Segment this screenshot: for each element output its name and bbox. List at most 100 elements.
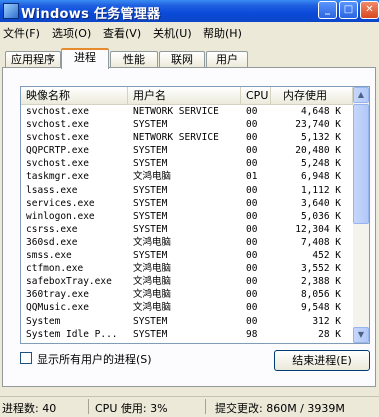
minimize-icon: _ (325, 4, 330, 15)
process-name: safeboxTray.exe (26, 276, 112, 288)
process-user: SYSTEM (133, 328, 168, 340)
process-cpu: 00 (246, 184, 258, 196)
status-bar: 进程数: 40 CPU 使用: 3% 提交更改: 860M / 3939M (0, 396, 379, 417)
process-cpu: 00 (246, 119, 258, 131)
process-name: taskmgr.exe (26, 171, 89, 183)
tab-users[interactable]: 用户 (206, 51, 248, 68)
process-name: winlogon.exe (26, 210, 95, 222)
process-user: 文鸿电脑 (133, 289, 172, 301)
process-user: SYSTEM (133, 184, 168, 196)
show-all-users-label[interactable]: 显示所有用户的进程(S) (37, 351, 152, 367)
column-mem-usage[interactable]: 内存使用 (271, 87, 353, 104)
menu-shutdown[interactable]: 关机(U) (153, 25, 192, 41)
table-row[interactable]: svchost.exe NETWORK SERVICE 00 5,132 K (21, 131, 353, 144)
column-header: 映像名称 用户名 CPU 内存使用 (21, 87, 353, 105)
process-user: 文鸿电脑 (133, 236, 172, 248)
process-mem: 28 K (318, 328, 341, 340)
process-name: 360tray.exe (26, 289, 89, 301)
process-name: smss.exe (26, 250, 72, 262)
process-cpu: 01 (246, 171, 258, 183)
process-user: SYSTEM (133, 145, 168, 157)
menu-help[interactable]: 帮助(H) (203, 25, 242, 41)
process-user: 文鸿电脑 (133, 263, 172, 275)
process-mem: 20,480 K (295, 145, 341, 157)
process-name: 360sd.exe (26, 236, 78, 248)
process-name: svchost.exe (26, 158, 89, 170)
column-user-name[interactable]: 用户名 (128, 87, 241, 104)
table-row[interactable]: safeboxTray.exe 文鸿电脑 00 2,388 K (21, 275, 353, 288)
process-name: QQPCRTP.exe (26, 145, 89, 157)
process-user: 文鸿电脑 (133, 276, 172, 288)
scroll-down-button[interactable]: ▼ (353, 327, 369, 343)
table-row[interactable]: 360sd.exe 文鸿电脑 00 7,408 K (21, 236, 353, 249)
tab-processes[interactable]: 进程 (61, 48, 109, 69)
process-mem: 6,948 K (300, 171, 341, 183)
process-name: QQMusic.exe (26, 302, 89, 314)
table-row[interactable]: System SYSTEM 00 312 K (21, 315, 353, 328)
vertical-scrollbar[interactable]: ▲ ▼ (353, 87, 369, 343)
menu-options[interactable]: 选项(O) (52, 25, 91, 41)
end-process-button[interactable]: 结束进程(E) (274, 350, 370, 371)
process-name: services.exe (26, 197, 95, 209)
column-cpu[interactable]: CPU (241, 87, 271, 104)
table-row[interactable]: svchost.exe SYSTEM 00 5,248 K (21, 157, 353, 170)
status-divider (88, 399, 89, 414)
table-row[interactable]: svchost.exe NETWORK SERVICE 00 4,648 K (21, 105, 353, 118)
process-cpu: 00 (246, 106, 258, 117)
table-row[interactable]: QQMusic.exe 文鸿电脑 00 9,548 K (21, 301, 353, 314)
table-row[interactable]: csrss.exe SYSTEM 00 12,304 K (21, 223, 353, 236)
tab-strip: 应用程序 进程 性能 联网 用户 (0, 41, 379, 69)
table-row[interactable]: QQPCRTP.exe SYSTEM 00 20,480 K (21, 144, 353, 157)
process-name: ctfmon.exe (26, 263, 84, 275)
table-row[interactable]: taskmgr.exe 文鸿电脑 01 6,948 K (21, 170, 353, 183)
process-cpu: 00 (246, 223, 258, 235)
close-button[interactable]: ✕ (360, 1, 379, 19)
maximize-button[interactable]: □ (339, 1, 358, 19)
process-mem: 9,548 K (300, 302, 341, 314)
process-user: NETWORK SERVICE (133, 106, 219, 117)
column-image-name[interactable]: 映像名称 (21, 87, 128, 104)
minimize-button[interactable]: _ (318, 1, 337, 19)
menu-view[interactable]: 查看(V) (103, 25, 141, 41)
status-process-count: 进程数: 40 (2, 402, 57, 415)
table-row[interactable]: 360tray.exe 文鸿电脑 00 8,056 K (21, 288, 353, 301)
window-title: Windows 任务管理器 (21, 7, 161, 22)
tab-networking[interactable]: 联网 (159, 51, 205, 68)
process-mem: 5,132 K (300, 132, 341, 144)
process-mem: 312 K (312, 315, 341, 327)
process-user: SYSTEM (133, 197, 168, 209)
scroll-up-button[interactable]: ▲ (353, 87, 369, 103)
table-row[interactable]: winlogon.exe SYSTEM 00 5,036 K (21, 210, 353, 223)
process-mem: 12,304 K (295, 223, 341, 235)
scroll-thumb[interactable] (353, 104, 369, 224)
process-cpu: 00 (246, 132, 258, 144)
status-cpu-usage: CPU 使用: 3% (95, 402, 168, 415)
table-row[interactable]: svchost.exe SYSTEM 00 23,740 K (21, 118, 353, 131)
task-manager-icon (3, 3, 19, 19)
menu-file[interactable]: 文件(F) (3, 25, 40, 41)
tab-performance[interactable]: 性能 (110, 51, 158, 68)
process-cpu: 00 (246, 276, 258, 288)
table-row[interactable]: lsass.exe SYSTEM 00 1,112 K (21, 184, 353, 197)
tab-applications[interactable]: 应用程序 (5, 51, 61, 68)
process-user: 文鸿电脑 (133, 302, 172, 314)
table-row[interactable]: ctfmon.exe 文鸿电脑 00 3,552 K (21, 262, 353, 275)
process-user: SYSTEM (133, 210, 168, 222)
show-all-users-checkbox[interactable] (20, 352, 32, 364)
table-row[interactable]: smss.exe SYSTEM 00 452 K (21, 249, 353, 262)
process-mem: 3,552 K (300, 263, 341, 275)
process-mem: 5,036 K (300, 210, 341, 222)
title-bar[interactable]: Windows 任务管理器 _ □ ✕ (0, 0, 379, 22)
process-cpu: 00 (246, 197, 258, 209)
table-row[interactable]: System Idle P... SYSTEM 98 28 K (21, 328, 353, 341)
process-cpu: 00 (246, 250, 258, 262)
process-cpu: 00 (246, 289, 258, 301)
process-name: lsass.exe (26, 184, 78, 196)
process-mem: 8,056 K (300, 289, 341, 301)
table-row[interactable]: services.exe SYSTEM 00 3,640 K (21, 197, 353, 210)
arrow-up-icon: ▲ (357, 90, 365, 99)
status-divider (205, 399, 206, 414)
process-mem: 7,408 K (300, 236, 341, 248)
process-mem: 452 K (312, 250, 341, 262)
process-list[interactable]: 映像名称 用户名 CPU 内存使用 svchost.exe NETWORK SER… (20, 86, 370, 344)
